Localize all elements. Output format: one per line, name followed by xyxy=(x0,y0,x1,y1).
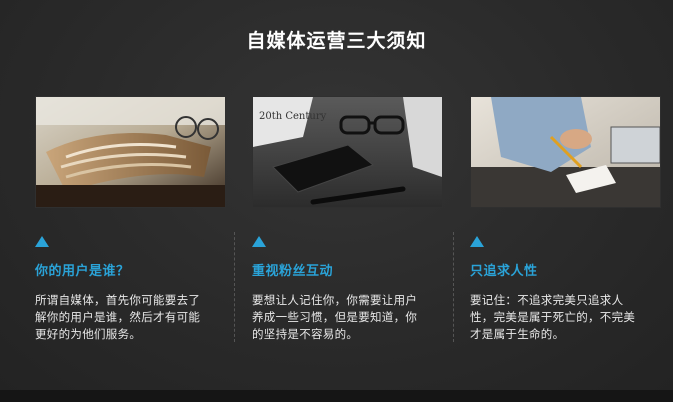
bottom-strip xyxy=(0,390,673,402)
triangle-marker-icon xyxy=(470,236,484,247)
column-divider xyxy=(453,232,454,342)
triangle-marker-icon xyxy=(252,236,266,247)
triangle-marker-icon xyxy=(35,236,49,247)
card-users: 你的用户是谁？ 所谓自媒体，首先你可能要去了解你的用户是谁，然后才有可能更好的为… xyxy=(35,96,226,356)
card-body: 要想让人记住你，你需要让用户养成一些习惯，但是要知道，你的坚持是不容易的。 xyxy=(252,293,418,341)
card-heading: 只追求人性 xyxy=(470,264,538,279)
photo-book-text: 20th Century xyxy=(259,111,327,122)
card-body: 要记住：不追求完美只追求人性，完美是属于死亡的，不完美才是属于生命的。 xyxy=(470,293,636,341)
card-humanity: 只追求人性 要记住：不追求完美只追求人性，完美是属于死亡的，不完美才是属于生命的… xyxy=(470,96,661,356)
column-divider xyxy=(234,232,235,342)
card-body: 所谓自媒体，首先你可能要去了解你的用户是谁，然后才有可能更好的为他们服务。 xyxy=(35,293,201,341)
slide: 自媒体运营三大须知 你的用户是谁？ 所谓自媒体，首先你可能要去了解你的用户是谁，… xyxy=(0,0,673,390)
photo-open-book xyxy=(35,96,226,208)
photo-man-writing xyxy=(470,96,661,208)
photo-desk-glasses-phone: 20th Century xyxy=(252,96,443,208)
card-heading: 你的用户是谁？ xyxy=(35,264,130,279)
card-heading: 重视粉丝互动 xyxy=(252,264,334,279)
slide-title: 自媒体运营三大须知 xyxy=(246,30,427,52)
card-fans: 20th Century 重视粉丝互动 要想让人记住你，你需要让用户养成一些习惯… xyxy=(252,96,443,356)
